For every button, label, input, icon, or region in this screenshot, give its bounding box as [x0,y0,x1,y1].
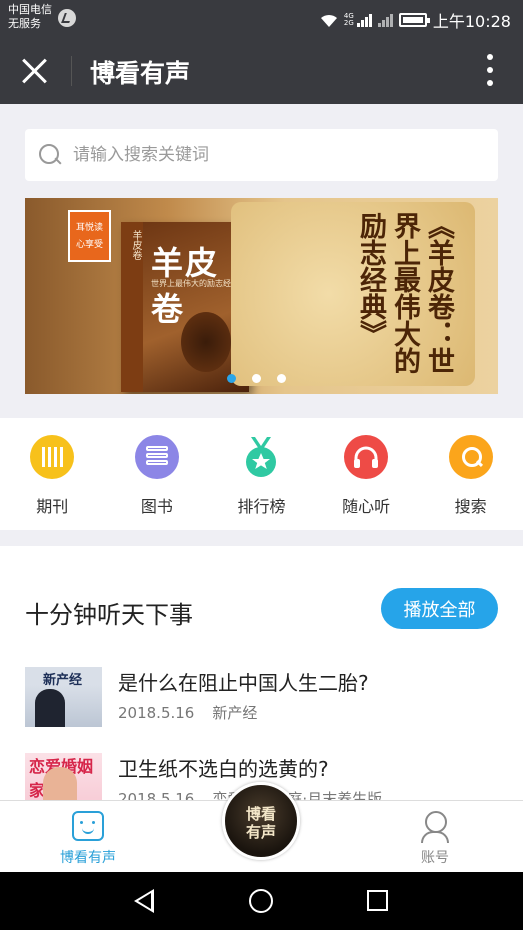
search-icon [448,435,493,479]
search-bar[interactable] [25,129,498,181]
carousel-dot[interactable] [252,374,261,383]
nav-item-listen[interactable]: 随心听 [321,435,411,530]
banner-tag-line1: 耳悦读 [75,223,103,233]
carousel-dot[interactable] [227,374,236,383]
more-icon[interactable] [487,54,493,86]
article-date: 2018.5.16 [118,704,195,722]
article-title: 卫生纸不选白的选黄的? [118,757,329,781]
nav-label: 期刊 [36,497,69,516]
close-icon[interactable] [20,56,50,86]
banner-headline: 《羊皮卷：世界上最伟大的励志经典》 [355,212,454,374]
journal-icon [30,435,75,479]
book-spine: 羊皮卷 [121,222,143,392]
signal-icon: 4G 2G [344,13,372,27]
nav-label: 排行榜 [237,497,286,516]
cover-person [35,689,65,727]
search-area: 耳悦读 心享受 羊皮卷 羊皮卷 世界上最伟大的励志经典 《羊皮卷：世界上最伟大的… [0,104,523,418]
book-subtitle: 世界上最伟大的励志经典 [151,279,239,288]
tab-home[interactable]: 博看有声 [52,811,124,867]
search-icon [39,144,61,166]
banner-tag-line2: 心享受 [75,240,103,250]
play-all-button[interactable]: 播放全部 [381,588,498,629]
carrier-service: 无服务 [8,17,41,30]
nav-label: 图书 [140,497,173,516]
headphones-icon [344,435,389,479]
user-icon [421,811,449,843]
banner-tag: 耳悦读 心享受 [68,210,111,262]
books-icon [134,435,179,479]
back-icon[interactable] [134,889,154,913]
nav-label: 搜索 [454,497,487,516]
logo-line2: 有声 [245,823,276,841]
wax-seal-icon [181,312,231,372]
nav-item-journal[interactable]: 期刊 [7,435,97,530]
carrier-info: 中国电信 无服务 [8,3,52,31]
notification-icon [58,9,76,27]
carousel-dot[interactable] [277,374,286,383]
news-section: 十分钟听天下事 播放全部 新产经 是什么在阻止中国人生二胎? 2018.5.16… [0,546,523,813]
divider [71,56,72,86]
article-meta: 2018.5.16 新产经 [118,702,257,723]
title-bar: 博看有声 [0,36,523,104]
article-source: 新产经 [212,704,258,722]
status-bar: 中国电信 无服务 4G 2G 上午10:28 [0,0,523,36]
list-item[interactable]: 新产经 是什么在阻止中国人生二胎? 2018.5.16 新产经 [25,667,498,729]
carousel-dots [227,374,286,383]
search-input[interactable] [73,129,473,181]
tab-label: 博看有声 [60,850,116,866]
section-title: 十分钟听天下事 [25,601,193,629]
signal-off-icon [377,13,393,27]
nav-item-books[interactable]: 图书 [112,435,202,530]
carrier-name: 中国电信 [8,3,52,16]
thumbnail-title: 新产经 [43,673,83,688]
battery-icon [398,13,430,27]
page-title: 博看有声 [90,59,191,88]
book-cover: 羊皮卷 羊皮卷 世界上最伟大的励志经典 [121,222,249,392]
home-circle-icon[interactable] [249,889,273,913]
tab-label: 账号 [421,850,449,866]
player-logo-button[interactable]: 博看 有声 [222,782,300,860]
logo-line1: 博看 [245,805,276,823]
medal-icon [239,435,283,479]
nav-item-search[interactable]: 搜索 [426,435,516,530]
nav-label: 随心听 [342,497,391,516]
clock: 上午10:28 [432,12,511,31]
article-title: 是什么在阻止中国人生二胎? [118,671,369,695]
recents-icon[interactable] [367,890,388,911]
magazine-thumbnail: 新产经 [25,667,102,727]
nav-item-ranking[interactable]: 排行榜 [216,435,306,530]
banner-carousel[interactable]: 耳悦读 心享受 羊皮卷 羊皮卷 世界上最伟大的励志经典 《羊皮卷：世界上最伟大的… [25,198,498,394]
tab-account[interactable]: 账号 [405,811,465,867]
category-nav: 期刊 图书 排行榜 随心听 搜索 [0,418,523,530]
network-tag-2g: 2G [343,19,354,27]
status-indicators: 4G 2G 上午10:28 [320,8,511,32]
home-icon [72,811,104,841]
system-nav-bar [0,872,523,930]
parchment-scroll: 《羊皮卷：世界上最伟大的励志经典》 [231,202,475,386]
wifi-icon [320,13,338,27]
